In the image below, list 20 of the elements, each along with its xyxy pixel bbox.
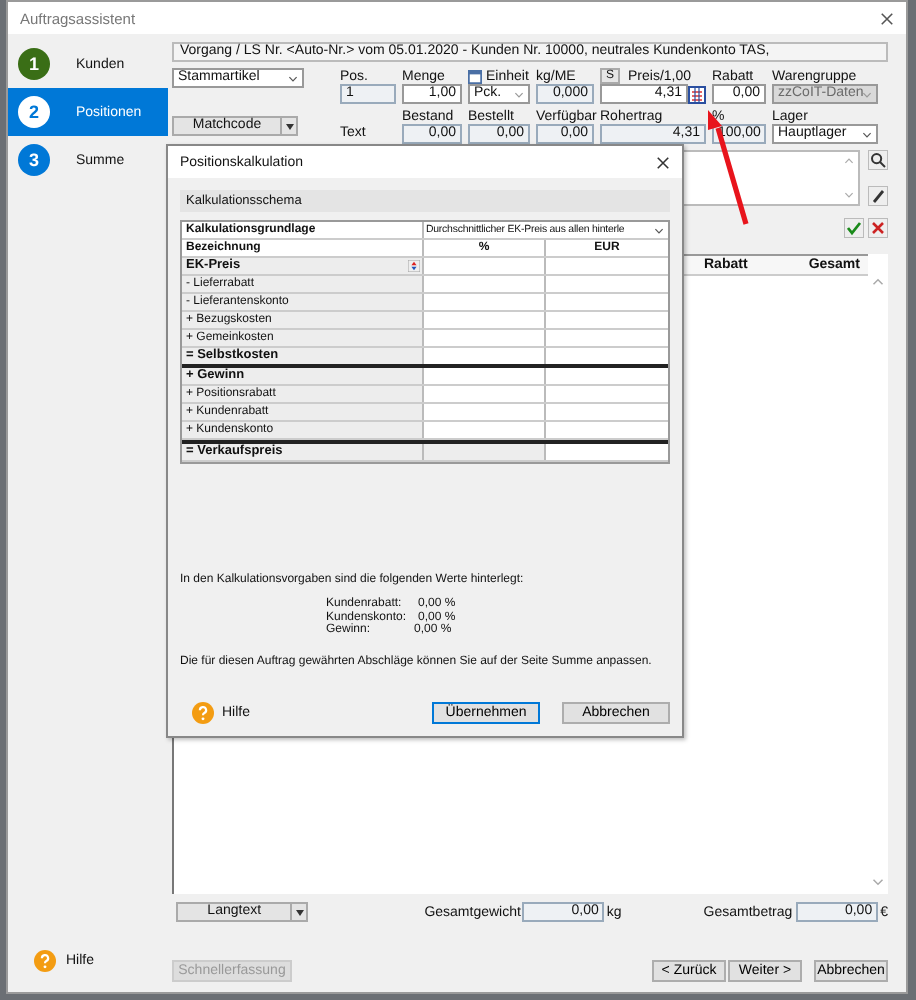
chevron-icon: [654, 228, 664, 234]
step-number: 2: [18, 96, 50, 128]
step-number: 3: [18, 144, 50, 176]
checkmark-icon[interactable]: [844, 218, 864, 238]
chevron-icon: [288, 76, 298, 82]
pencil-icon[interactable]: [868, 186, 888, 206]
chevron-icon: [514, 92, 524, 98]
table-cell: [424, 444, 546, 460]
calculator-icon[interactable]: [688, 85, 706, 103]
close-icon[interactable]: [880, 11, 894, 25]
caret-icon: [295, 909, 304, 915]
cancel-icon[interactable]: [868, 218, 888, 238]
close-icon[interactable]: [656, 155, 670, 169]
calendar-icon[interactable]: [468, 69, 482, 83]
sort-icon[interactable]: [408, 260, 420, 272]
chevron-icon: [862, 132, 872, 138]
search-icon[interactable]: [868, 150, 888, 170]
caret-icon: [285, 123, 293, 129]
step-number: 1: [18, 48, 50, 80]
chevron-icon: [862, 92, 872, 98]
